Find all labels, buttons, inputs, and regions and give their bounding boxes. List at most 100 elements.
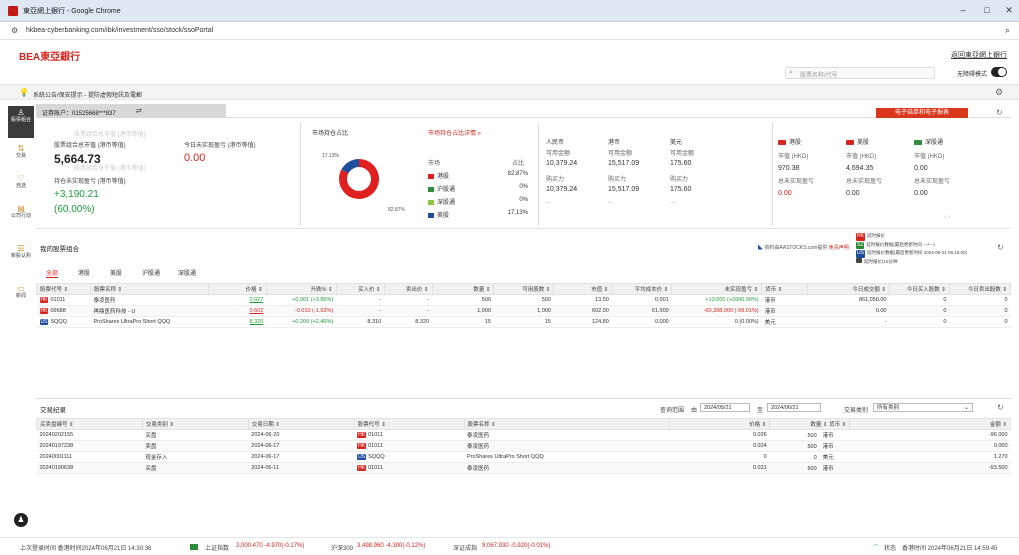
more-indicator[interactable]: ... xyxy=(608,197,613,207)
column-header[interactable]: 市值 ⇕ xyxy=(553,283,613,295)
allocation-detail-link[interactable]: 市场持仓占比详情 » xyxy=(428,128,481,137)
cell-cost: 0.001 xyxy=(611,294,672,306)
e-statement-button[interactable]: 电子结单和电子报表 xyxy=(876,108,968,118)
cell-sell: 0 xyxy=(949,294,1011,306)
table-row[interactable]: 20240202155 买盘 2024-06-20 HK 01011 泰凌医药 0.026 5… xyxy=(36,429,1011,441)
refresh-icon[interactable]: ↻ xyxy=(997,403,1004,412)
cell-price[interactable]: 0.027 xyxy=(208,294,267,306)
column-header[interactable]: 交易类别 ⇕ xyxy=(141,418,249,430)
column-header[interactable]: 股票代号 ⇕ xyxy=(353,418,465,430)
column-header[interactable]: 买卖盘编号 ⇕ xyxy=(36,418,143,430)
bea-logo[interactable]: BEA東亞銀行 xyxy=(19,48,80,63)
table-row[interactable]: 20240190638 买盘 2024-06-11 HK 01011 泰凌医药 0.021 5… xyxy=(36,462,1011,474)
sidebar-item-trade[interactable]: ⇅ 交易 xyxy=(8,145,34,160)
maximize-button[interactable]: □ xyxy=(979,5,995,15)
currency: 港币 xyxy=(822,466,834,472)
cell-date: 2024-06-11 xyxy=(248,462,355,474)
stock-code: 09688 xyxy=(50,308,66,314)
gear-icon[interactable]: ⚙ xyxy=(995,87,1003,98)
cell-code: US SQQQ xyxy=(354,451,465,463)
column-header[interactable]: 平均成本价 ⇕ xyxy=(611,283,673,295)
market-tag: HK xyxy=(39,297,49,303)
pnl-value: 0.00 xyxy=(778,190,792,197)
column-header[interactable]: 今日成交额 ⇕ xyxy=(807,283,890,295)
cell-turn: 861,050.00 xyxy=(807,294,890,306)
sidebar-item-corporate-action[interactable]: ▤ 公司行动 xyxy=(8,205,34,220)
refresh-icon[interactable]: ↻ xyxy=(997,243,1004,252)
buying-label: 购买力 xyxy=(546,177,565,183)
close-button[interactable]: ✕ xyxy=(1001,5,1017,16)
notice-text[interactable]: 系統公告/保安提示 - 提防虛假短訊及電郵 xyxy=(33,90,142,99)
switch-account-icon[interactable]: ⇄ xyxy=(136,107,142,115)
column-header[interactable]: 升跌% ⇕ xyxy=(265,283,337,295)
site-settings-icon[interactable]: ⚙ xyxy=(11,26,18,35)
from-date-input[interactable]: 2024/05/21 xyxy=(700,403,750,412)
cell-cost: 0.000 xyxy=(611,316,672,328)
to-date-input[interactable]: 2024/06/21 xyxy=(767,403,821,412)
pagination-arrows[interactable]: ‹ › xyxy=(944,214,951,221)
cash-panel: 人民币 港币 美元 可用金额 可用金额 可用金额 10,379.24 15,51… xyxy=(546,138,766,207)
refresh-icon[interactable]: ↻ xyxy=(996,108,1003,117)
cell-id: 20240202155 xyxy=(36,429,143,441)
mv-label: 市值 (HKD) xyxy=(846,154,877,160)
divider xyxy=(772,122,773,226)
sidebar-item-ipo[interactable]: ☰ 新股认购 xyxy=(8,245,34,260)
stock-search-input[interactable]: ⌕ 股票名称/代号 xyxy=(785,67,935,79)
zoom-icon[interactable]: ⌕ xyxy=(1005,25,1010,36)
disclaimer-link[interactable]: 免责声明 xyxy=(829,245,849,251)
buying-label: 购买力 xyxy=(670,177,689,183)
column-header[interactable]: 价格 ⇕ xyxy=(669,418,771,430)
table-row[interactable]: HK 09688 再鼎医药科技 - U 0.602 -0.010 (-1.63%) - -1… xyxy=(36,305,1011,317)
table-row[interactable]: 20240197238 卖盘 2024-06-17 HK 01011 泰凌医药 0.024 5… xyxy=(36,440,1011,452)
more-indicator[interactable]: ... xyxy=(670,197,675,207)
chat-assistant-icon[interactable]: ♟ xyxy=(14,513,28,527)
notice-bar: 💡 系統公告/保安提示 - 提防虛假短訊及電郵 ⚙ xyxy=(0,84,1019,100)
tab-all[interactable]: 全部 xyxy=(46,268,59,278)
back-to-cyberbanking-link[interactable]: 返回東亞網上銀行 xyxy=(951,50,1007,60)
column-header[interactable]: 货币 ⇕ xyxy=(761,283,809,295)
more-indicator[interactable]: ... xyxy=(546,197,551,207)
trade-type-select[interactable]: 所有类别 ⌄ xyxy=(873,403,973,412)
minimize-button[interactable]: – xyxy=(955,5,971,15)
column-header[interactable]: 股票名称 ⇕ xyxy=(463,418,671,430)
trade-type-value: 所有类别 xyxy=(877,405,900,411)
url-text[interactable]: hkbea-cyberbanking.com/ibk/investment/ss… xyxy=(26,27,213,34)
chevron-down-icon: ⌄ xyxy=(963,405,969,411)
person-icon: ♙ xyxy=(17,108,25,117)
column-header[interactable]: 今日卖出股数 ⇕ xyxy=(948,283,1012,295)
column-header[interactable]: 买入价 ⇕ xyxy=(335,283,385,295)
sidebar-item-news[interactable]: ▭ 新闻 xyxy=(8,285,34,300)
cell-price[interactable]: 0.602 xyxy=(208,305,267,317)
column-header[interactable]: 价格 ⇕ xyxy=(207,283,267,295)
tab-shenzhen-connect[interactable]: 深股通 xyxy=(178,268,196,277)
column-header[interactable]: 金额 ⇕ xyxy=(849,418,1011,430)
table-row[interactable]: US SQQQ ProShares UltraPro Short QQQ 8.320 +… xyxy=(36,316,1011,328)
tab-shanghai-connect[interactable]: 沪股通 xyxy=(142,268,160,277)
table-row[interactable]: HK 01011 泰凌医药 0.027 +0.001 (+3.85%) - -500 500 1… xyxy=(36,294,1011,306)
sidebar-item-portfolio[interactable]: ♙ 股票组合 xyxy=(8,106,34,138)
tab-hk[interactable]: 港股 xyxy=(78,268,90,277)
cell-price[interactable]: 8.320 xyxy=(208,316,267,328)
allocation-legend: 港股 82.87% 沪股通 0% 深股通 0% 美股 17.13% xyxy=(428,171,528,223)
column-header[interactable]: 数量 ⇕ 货币 ⇕ xyxy=(769,418,851,430)
column-header[interactable]: 股票代号 ⇕ xyxy=(36,283,91,295)
available-value: 10,379.24 xyxy=(546,160,578,167)
column-header[interactable]: 可用股数 ⇕ xyxy=(493,283,555,295)
currency-label: 美元 xyxy=(670,140,683,146)
divider xyxy=(538,122,539,226)
sidebar: ♙ 股票组合 ⇅ 交易 ♡ 自选 ▤ 公司行动 ☰ 新股认购 ▭ 新闻 xyxy=(8,104,34,514)
accessibility-toggle[interactable] xyxy=(991,67,1007,77)
sidebar-item-watchlist[interactable]: ♡ 自选 xyxy=(8,175,34,190)
column-header[interactable]: 股票名称 ⇕ xyxy=(89,283,209,295)
column-header[interactable]: 交易日期 ⇕ xyxy=(247,418,355,430)
tab-us[interactable]: 美股 xyxy=(110,268,122,277)
column-header[interactable]: 今日买入股数 ⇕ xyxy=(888,283,950,295)
cell-sell: 0 xyxy=(949,305,1011,317)
sh-index-label: 上证指数 xyxy=(205,546,230,552)
column-header[interactable]: 卖出价 ⇕ xyxy=(383,283,433,295)
available-label: 可用金额 xyxy=(670,151,695,157)
cell-type: 现金存入 xyxy=(142,451,249,463)
table-row[interactable]: 20240001111 现金存入 2024-06-17 US SQQQ ProShares… xyxy=(36,451,1011,463)
column-header[interactable]: 数量 ⇕ xyxy=(431,283,495,295)
column-header[interactable]: 未实现盈亏 ⇕ xyxy=(671,283,763,295)
